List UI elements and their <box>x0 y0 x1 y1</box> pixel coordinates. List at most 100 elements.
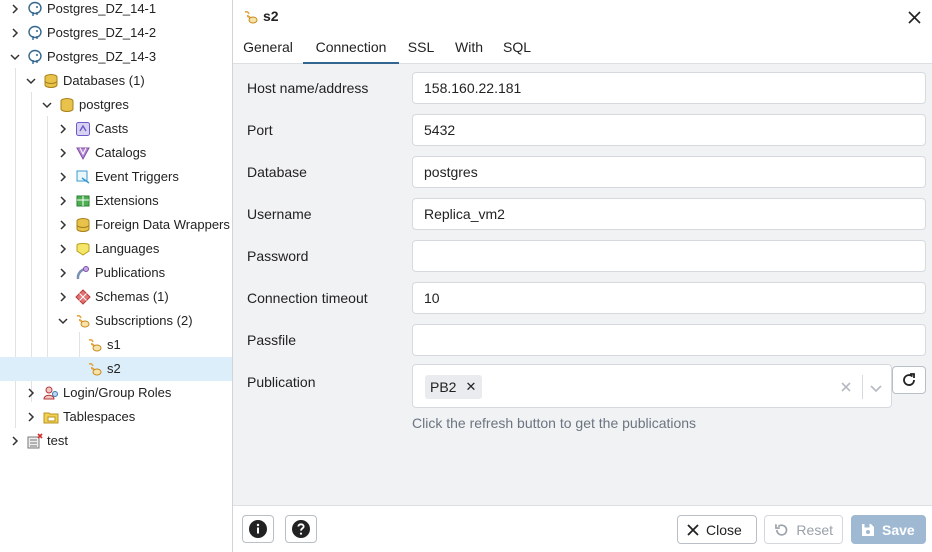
tab-with[interactable]: With <box>443 33 495 64</box>
remove-chip-icon[interactable]: ✕ <box>465 379 476 395</box>
publication-select[interactable]: PB2 ✕ <box>412 364 892 408</box>
tree-node-publications[interactable]: Publications <box>0 261 232 285</box>
refresh-icon <box>903 373 915 386</box>
chevron-down-icon[interactable] <box>25 75 37 87</box>
tree-node-count: (1) <box>128 73 145 88</box>
username-input[interactable]: Replica_vm2 <box>412 198 926 230</box>
tree-node-login-group-roles[interactable]: Login/Group Roles <box>0 381 232 405</box>
refresh-publications-button[interactable] <box>892 366 926 394</box>
tree-node-test[interactable]: test <box>0 429 232 453</box>
password-label: Password <box>247 248 309 264</box>
tree-node-event-triggers[interactable]: Event Triggers <box>0 165 232 189</box>
database-input[interactable]: postgres <box>412 156 926 188</box>
tree-node-label: Schemas (1) <box>95 289 169 304</box>
host-input[interactable]: 158.160.22.181 <box>412 72 926 104</box>
dialog-footer: Close Reset Save <box>233 505 932 552</box>
subscription-icon <box>243 9 259 25</box>
tree-node-foreign-data-wrappers[interactable]: Foreign Data Wrappers <box>0 213 232 237</box>
help-button[interactable] <box>285 515 317 543</box>
help-icon <box>292 520 310 538</box>
event-triggers-icon <box>75 169 91 185</box>
languages-icon <box>75 241 91 257</box>
tab-sql[interactable]: SQL <box>495 33 539 64</box>
passfile-input[interactable] <box>412 324 926 356</box>
save-button[interactable]: Save <box>851 515 926 544</box>
databases-icon <box>43 73 59 89</box>
tree-node-postgres-db[interactable]: postgres <box>0 93 232 117</box>
database-label: Database <box>247 164 307 180</box>
tab-ssl[interactable]: SSL <box>399 33 443 64</box>
tree-node-subscriptions[interactable]: Subscriptions (2) <box>0 309 232 333</box>
publications-icon <box>75 265 91 281</box>
select-divider <box>862 375 863 399</box>
tree-node-postgres-dz-14-1[interactable]: Postgres_DZ_14-1 <box>0 0 232 21</box>
reset-button[interactable]: Reset <box>764 515 843 544</box>
chevron-right-icon[interactable] <box>57 219 69 231</box>
tree-node-extensions[interactable]: Extensions <box>0 189 232 213</box>
tree-node-catalogs[interactable]: Catalogs <box>0 141 232 165</box>
clear-icon[interactable] <box>839 380 853 394</box>
tablespaces-icon <box>43 409 59 425</box>
tree-node-label: Catalogs <box>95 145 147 160</box>
chevron-right-icon[interactable] <box>9 27 21 39</box>
publication-chip: PB2 ✕ <box>425 375 483 399</box>
info-icon <box>249 520 267 538</box>
tree-node-label: test <box>47 433 68 448</box>
tree-node-label: Subscriptions (2) <box>95 313 193 328</box>
chevron-right-icon[interactable] <box>57 171 69 183</box>
tab-connection[interactable]: Connection <box>303 33 399 64</box>
tree-node-casts[interactable]: Casts <box>0 117 232 141</box>
publication-help-text: Click the refresh button to get the publ… <box>412 415 697 431</box>
tree-node-postgres-dz-14-3[interactable]: Postgres_DZ_14-3 <box>0 45 232 69</box>
publication-chip-label: PB2 <box>430 379 457 395</box>
tree-node-s2[interactable]: s2 <box>0 357 232 381</box>
chevron-right-icon[interactable] <box>57 147 69 159</box>
tree-node-languages[interactable]: Languages <box>0 237 232 261</box>
chevron-right-icon[interactable] <box>25 411 37 423</box>
dialog-header: s2 <box>233 0 932 33</box>
tree-node-databases[interactable]: Databases (1) <box>0 69 232 93</box>
chevron-right-icon[interactable] <box>9 3 21 15</box>
tree-node-label: s1 <box>107 337 121 352</box>
tree-node-label: Languages <box>95 241 160 256</box>
tree-node-label: Foreign Data Wrappers <box>95 217 230 232</box>
schemas-icon <box>75 289 91 305</box>
port-input[interactable]: 5432 <box>412 114 926 146</box>
chevron-right-icon[interactable] <box>57 123 69 135</box>
close-button[interactable]: Close <box>677 515 757 544</box>
chevron-down-icon[interactable] <box>41 99 53 111</box>
close-icon[interactable] <box>904 7 924 27</box>
dialog-title: s2 <box>263 8 279 24</box>
save-button-label: Save <box>882 521 915 538</box>
database-icon <box>59 97 75 113</box>
foreign-data-wrappers-icon <box>75 217 91 233</box>
tree-node-tablespaces[interactable]: Tablespaces <box>0 405 232 429</box>
chevron-right-icon[interactable] <box>57 267 69 279</box>
chevron-right-icon[interactable] <box>57 243 69 255</box>
chevron-down-icon[interactable] <box>9 51 21 63</box>
chevron-right-icon[interactable] <box>25 387 37 399</box>
subscription-icon <box>87 337 103 353</box>
tab-general[interactable]: General <box>233 33 303 64</box>
subscription-icon <box>87 361 103 377</box>
reset-icon <box>775 523 788 536</box>
password-input[interactable] <box>412 240 926 272</box>
chevron-down-icon[interactable] <box>869 381 883 395</box>
tree-node-label: Event Triggers <box>95 169 179 184</box>
chevron-right-icon[interactable] <box>9 435 21 447</box>
info-button[interactable] <box>242 515 274 543</box>
chevron-down-icon[interactable] <box>57 315 69 327</box>
connection-timeout-input[interactable]: 10 <box>412 282 926 314</box>
extensions-icon <box>75 193 91 209</box>
dialog-tabs: General Connection SSL With SQL <box>233 33 932 64</box>
tree-node-postgres-dz-14-2[interactable]: Postgres_DZ_14-2 <box>0 21 232 45</box>
connection-form: Host name/address 158.160.22.181 Port 54… <box>233 64 932 505</box>
elephant-server-icon <box>27 49 43 65</box>
tree-node-label: postgres <box>79 97 129 112</box>
chevron-right-icon[interactable] <box>57 291 69 303</box>
chevron-right-icon[interactable] <box>57 195 69 207</box>
connection-timeout-label: Connection timeout <box>247 290 368 306</box>
tree-node-schemas[interactable]: Schemas (1) <box>0 285 232 309</box>
tree-node-s1[interactable]: s1 <box>0 333 232 357</box>
tree-node-label: Login/Group Roles <box>63 385 172 400</box>
